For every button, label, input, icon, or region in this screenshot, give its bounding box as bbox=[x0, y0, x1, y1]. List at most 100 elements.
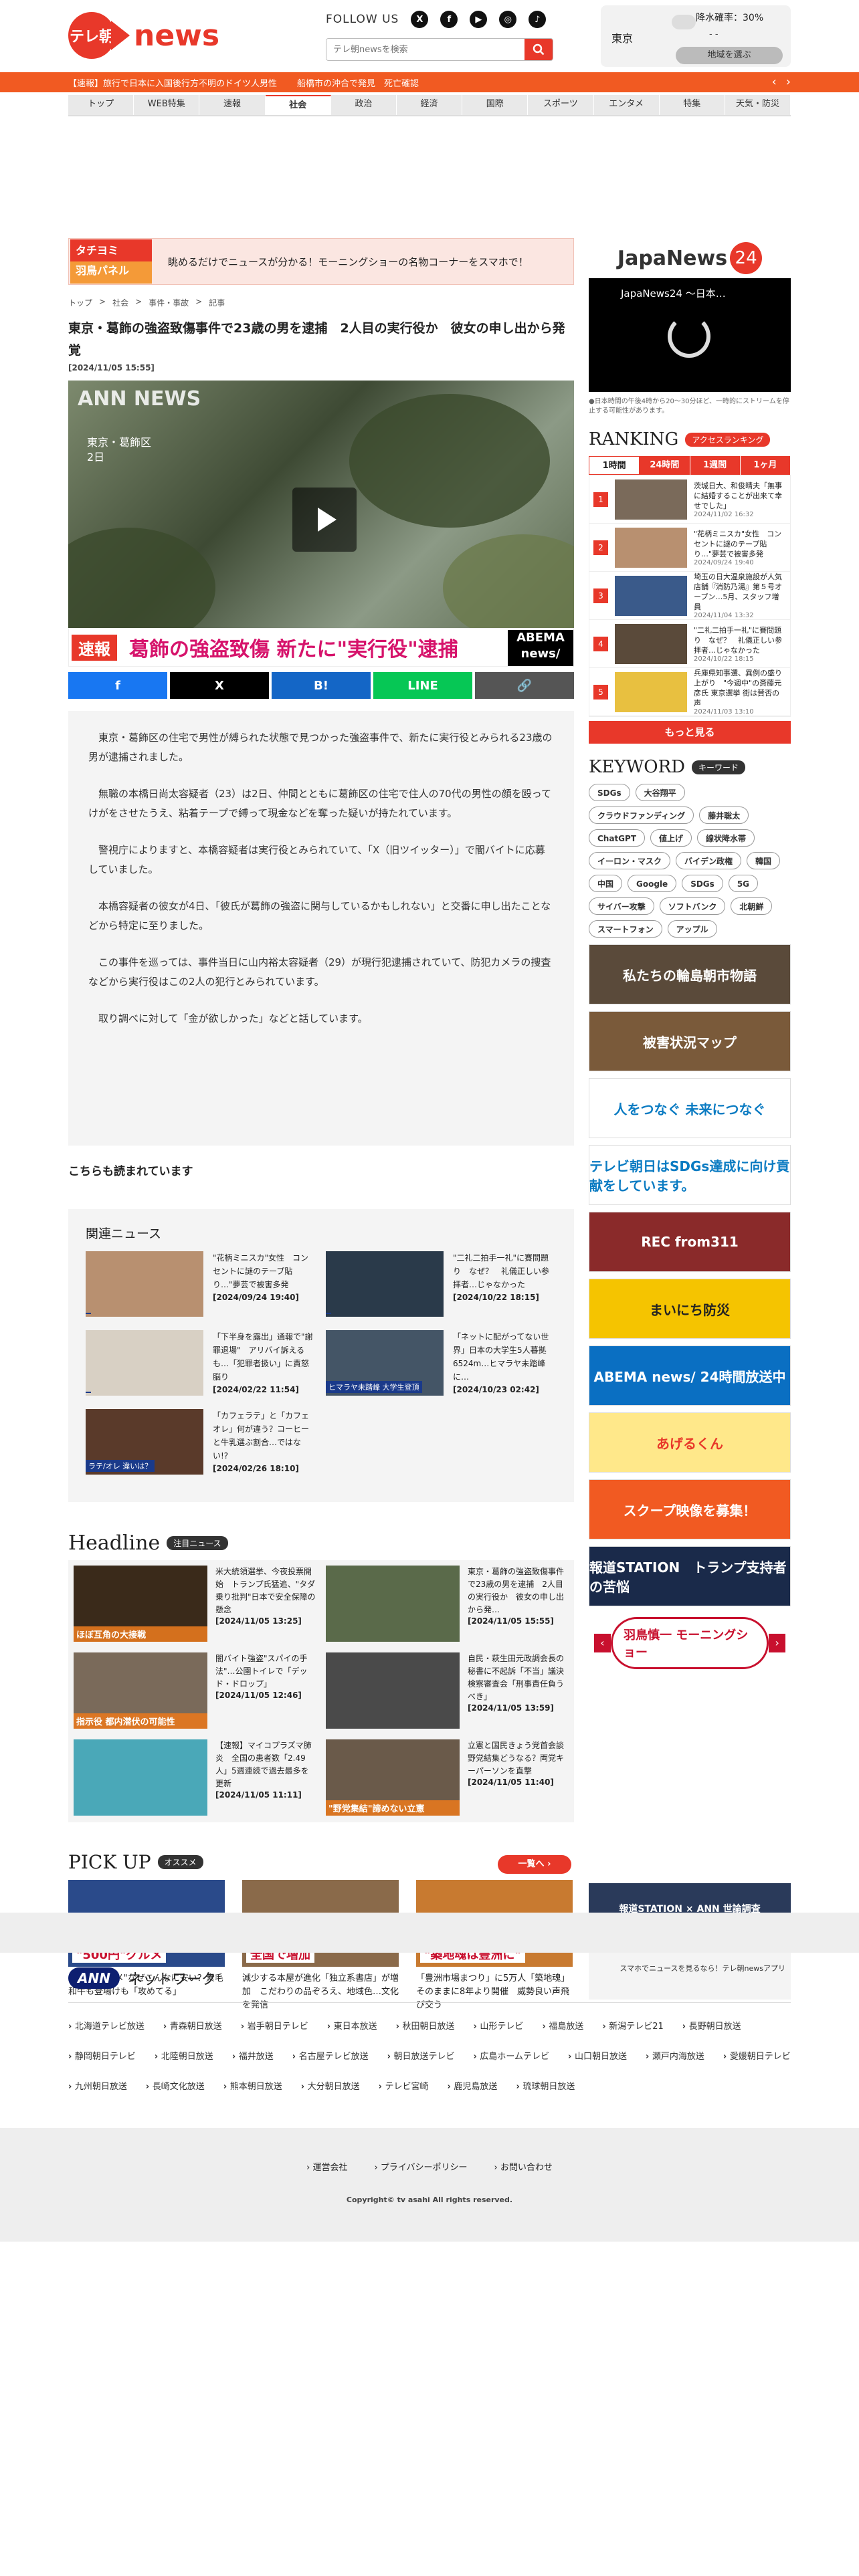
network-station-link[interactable]: 北海道テレビ放送 bbox=[68, 2019, 145, 2032]
network-station-link[interactable]: 広島ホームテレビ bbox=[474, 2049, 549, 2062]
sidebar-banner[interactable]: スクープ映像を募集！ bbox=[589, 1479, 791, 1539]
promo-banner[interactable]: タチヨミ 羽鳥パネル 眺めるだけでニュースが分かる！モーニングショーの名物コーナ… bbox=[68, 238, 574, 285]
keyword-tag[interactable]: サイバー攻撃 bbox=[589, 897, 654, 915]
headline-item[interactable]: 【速報】マイコプラズマ肺炎 全国の患者数「2.49人」5週連続で過去最多を更新 [… bbox=[74, 1739, 316, 1817]
breadcrumb-item[interactable]: 事件・事故 bbox=[149, 297, 189, 308]
nav-item[interactable]: WEB特集 bbox=[134, 95, 200, 115]
keyword-tag[interactable]: イーロン・マスク bbox=[589, 852, 671, 869]
network-station-link[interactable]: 北陸朝日放送 bbox=[155, 2049, 213, 2062]
share-button[interactable]: LINE bbox=[373, 672, 472, 699]
nav-item[interactable]: エンタメ bbox=[593, 95, 660, 115]
share-button[interactable]: 🔗 bbox=[475, 672, 574, 699]
network-station-link[interactable]: 秋田朝日放送 bbox=[396, 2019, 455, 2032]
instagram-icon[interactable]: ◎ bbox=[499, 11, 517, 28]
sidebar-banner[interactable]: テレビ朝日はSDGs達成に向け貢献をしています。 bbox=[589, 1145, 791, 1205]
sidebar-banner[interactable]: 被害状況マップ bbox=[589, 1011, 791, 1071]
region-select-button[interactable]: 地域を選ぶ bbox=[676, 47, 783, 64]
network-station-link[interactable]: 瀬戸内海放送 bbox=[646, 2049, 704, 2062]
ranking-item[interactable]: 3 埼玉の日大温泉施設が人気店舗『消防乃湯』第５号オープン…5月、スタッフ増員 20… bbox=[589, 572, 790, 620]
ranking-more-button[interactable]: もっと見る bbox=[589, 721, 791, 744]
keyword-tag[interactable]: 藤井聡太 bbox=[699, 807, 749, 824]
sidebar-banner[interactable]: まいにち防災 bbox=[589, 1279, 791, 1339]
related-item[interactable]: ヒマラヤ未踏峰 大学生登頂 「ネットに配がってない世界」日本の大学生5人暮拠652… bbox=[326, 1330, 557, 1397]
keyword-tag[interactable]: SDGs bbox=[682, 875, 723, 892]
japanews24-logo[interactable]: JapaNews 24 bbox=[589, 238, 791, 278]
nav-item[interactable]: 政治 bbox=[330, 95, 397, 115]
network-station-link[interactable]: 長崎文化放送 bbox=[146, 2079, 205, 2092]
footer-link[interactable]: お問い合わせ bbox=[494, 2160, 553, 2173]
site-logo[interactable]: テレ朝 news bbox=[68, 12, 219, 59]
network-station-link[interactable]: 愛媛朝日テレビ bbox=[723, 2049, 791, 2062]
network-station-link[interactable]: 青森朝日放送 bbox=[163, 2019, 222, 2032]
nav-item[interactable]: 国際 bbox=[462, 95, 529, 115]
chevron-left-icon[interactable]: ‹ bbox=[594, 1634, 611, 1652]
ranking-item[interactable]: 5 兵庫県知事選、異例の盛り上がり "今週中"の斎藤元彦氏 東京選挙 街は賛否の声… bbox=[589, 668, 790, 716]
keyword-tag[interactable]: Google bbox=[628, 875, 677, 892]
share-button[interactable]: B! bbox=[272, 672, 371, 699]
facebook-icon[interactable]: f bbox=[440, 11, 458, 28]
keyword-tag[interactable]: SDGs bbox=[589, 784, 630, 801]
nav-item[interactable]: スポーツ bbox=[528, 95, 594, 115]
keyword-tag[interactable]: 値上げ bbox=[650, 829, 692, 847]
nav-item[interactable]: 速報 bbox=[199, 95, 266, 115]
ranking-tab[interactable]: 1週間 bbox=[690, 456, 741, 475]
keyword-tag[interactable]: バイデン政権 bbox=[676, 852, 742, 869]
network-station-link[interactable]: 大分朝日放送 bbox=[301, 2079, 360, 2092]
keyword-tag[interactable]: 線状降水帯 bbox=[697, 829, 755, 847]
ranking-item[interactable]: 2 "花柄ミニスカ"女性 コンセントに謎のテープ貼り…"夢芸で被害多発 2024/0… bbox=[589, 524, 790, 572]
youtube-icon[interactable]: ▶ bbox=[470, 11, 488, 28]
search-input[interactable] bbox=[326, 39, 524, 60]
network-station-link[interactable]: 東日本放送 bbox=[327, 2019, 377, 2032]
headline-item[interactable]: 東京・葛飾の強盗致傷事件で23歳の男を逮捕 2人目の実行役か 彼女の申し出から発… bbox=[326, 1566, 569, 1643]
related-item[interactable]: 「下半身を露出」通報で"謝罪退場" アリバイ訴えるも…「犯罪者扱い」に責怒脳り [… bbox=[86, 1330, 316, 1397]
breaking-item[interactable]: 【速報】旅行で日本に入国後行方不明のドイツ人男性 bbox=[68, 76, 277, 89]
network-station-link[interactable]: 長野朝日放送 bbox=[682, 2019, 741, 2032]
sidebar-banner[interactable]: 人をつなぐ 未来につなぐ bbox=[589, 1078, 791, 1138]
sidebar-banner[interactable]: 私たちの輪島朝市物語 bbox=[589, 944, 791, 1004]
related-item[interactable]: ラテ/オレ 違いは？ 「カフェラテ」と「カフェオレ」何が違う？コーヒーと牛乳選ぶ割… bbox=[86, 1409, 316, 1476]
ranking-tab[interactable]: 24時間 bbox=[640, 456, 690, 475]
related-item[interactable]: "二礼二拍手一礼"に賽問題り なぜ？ 礼儀正しい参拝者…じゃなかった [2024/… bbox=[326, 1251, 557, 1318]
network-station-link[interactable]: 岩手朝日テレビ bbox=[241, 2019, 308, 2032]
keyword-tag[interactable]: 韓国 bbox=[747, 852, 781, 869]
keyword-tag[interactable]: スマートフォン bbox=[589, 920, 662, 938]
sidebar-banner[interactable]: あげるくん bbox=[589, 1412, 791, 1473]
network-station-link[interactable]: 福島放送 bbox=[542, 2019, 583, 2032]
share-button[interactable]: f bbox=[68, 672, 167, 699]
network-station-link[interactable]: 名古屋テレビ放送 bbox=[292, 2049, 369, 2062]
network-station-link[interactable]: 朝日放送テレビ bbox=[387, 2049, 455, 2062]
headline-item[interactable]: ほぼ互角の大接戦 米大統領選挙、今夜投票開始 トランプ氏猛追、"タダ乗り批判"日本… bbox=[74, 1566, 316, 1643]
breaking-item[interactable]: 船橋市の沖合で発見 死亡確認 bbox=[297, 76, 419, 89]
footer-link[interactable]: 運営会社 bbox=[306, 2160, 347, 2173]
nav-item[interactable]: 社会 bbox=[265, 95, 331, 115]
network-station-link[interactable]: 静岡朝日テレビ bbox=[68, 2049, 136, 2062]
breadcrumb-item[interactable]: トップ bbox=[68, 297, 92, 308]
tiktok-icon[interactable]: ♪ bbox=[529, 11, 547, 28]
nav-item[interactable]: 天気・防災 bbox=[725, 95, 791, 115]
network-station-link[interactable]: 熊本朝日放送 bbox=[223, 2079, 282, 2092]
live-video-player[interactable]: JapaNews24 ～日本… bbox=[589, 278, 791, 392]
keyword-tag[interactable]: 北朝鮮 bbox=[731, 897, 773, 915]
sidebar-banner[interactable]: 報道STATION トランプ支持者の苦悩 bbox=[589, 1546, 791, 1606]
keyword-tag[interactable]: ソフトバンク bbox=[659, 897, 726, 915]
ranking-item[interactable]: 1 茨城日大、和俊晴夫「無事に結婚することが出来て幸せでした」 2024/11/02… bbox=[589, 475, 790, 524]
keyword-tag[interactable]: アップル bbox=[667, 920, 717, 938]
nav-item[interactable]: トップ bbox=[68, 95, 134, 115]
chevron-right-icon[interactable]: › bbox=[786, 75, 791, 89]
chevron-left-icon[interactable]: ‹ bbox=[772, 75, 777, 89]
ranking-item[interactable]: 4 "二礼二拍手一礼"に賽問題り なぜ？ 礼儀正しい参拝者…じゃなかった 2024/… bbox=[589, 620, 790, 668]
network-station-link[interactable]: 九州朝日放送 bbox=[68, 2079, 127, 2092]
headline-item[interactable]: "野党集結"諦めない立憲 立憲と国民きょう党首会談 野党結集どうなる？両党キーパー… bbox=[326, 1739, 572, 1817]
ranking-tab[interactable]: 1時間 bbox=[589, 456, 640, 475]
ranking-tab[interactable]: 1ヶ月 bbox=[740, 456, 791, 475]
morning-show-banner[interactable]: 羽鳥慎一 モーニングショー bbox=[610, 1617, 769, 1669]
share-button[interactable]: X bbox=[170, 672, 269, 699]
play-icon[interactable] bbox=[292, 488, 357, 552]
breadcrumb-item[interactable]: 社会 bbox=[112, 297, 128, 308]
sidebar-banner[interactable]: ABEMA news/ 24時間放送中 bbox=[589, 1346, 791, 1406]
sidebar-banner[interactable]: REC from311 bbox=[589, 1212, 791, 1272]
keyword-tag[interactable]: クラウドファンディング bbox=[589, 807, 694, 824]
nav-item[interactable]: 特集 bbox=[659, 95, 725, 115]
article-video[interactable]: ANN NEWS 東京・葛飾区 2日 bbox=[68, 381, 574, 628]
network-station-link[interactable]: 新潟テレビ21 bbox=[602, 2019, 664, 2032]
